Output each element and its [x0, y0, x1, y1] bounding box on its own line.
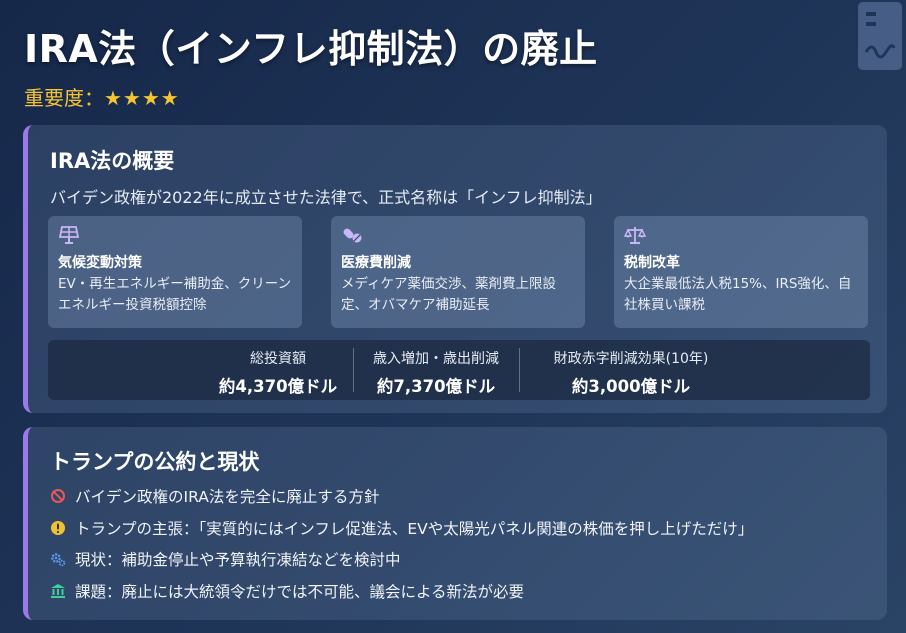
stat-label: 財政赤字削減効果(10年) [553, 351, 709, 367]
stat-label: 歳入増加・歳出削減 [373, 351, 499, 367]
feature-desc: メディケア薬価交渉、薬剤費上限設定、オバマケア補助延長 [341, 276, 557, 313]
gears-icon [51, 553, 66, 567]
list-item: 現状：補助金停止や予算執行凍結などを検討中 [50, 548, 753, 570]
balance-scale-icon [624, 227, 646, 244]
stat-value: 約7,370億ドル [376, 377, 496, 396]
stat-divider [519, 348, 520, 392]
feature-name: 税制改革 [624, 255, 680, 271]
trump-bullet-list: バイデン政権のIRA法を完全に廃止する方針 トランプの主張：「実質的にはインフレ… [50, 485, 753, 611]
feature-name: 気候変動対策 [58, 255, 142, 271]
landmark-icon [51, 583, 65, 598]
stat-value: 約4,370億ドル [218, 377, 338, 396]
overview-summary: バイデン政権が2022年に成立させた法律で、正式名称は「インフレ抑制法」 [50, 188, 602, 207]
overview-title: IRA法の概要 [50, 149, 175, 173]
document-signature-icon [858, 2, 902, 70]
exclamation-circle-icon [51, 520, 65, 535]
feature-name: 医療費削減 [341, 255, 411, 271]
stat-value: 約3,000億ドル [571, 377, 691, 396]
list-item: バイデン政権のIRA法を完全に廃止する方針 [50, 485, 753, 507]
solar-panel-icon [58, 226, 80, 244]
list-item: トランプの主張：「実質的にはインフレ促進法、EVや太陽光パネル関連の株価を押し上… [50, 517, 753, 539]
importance-stars: ★★★★ [104, 86, 180, 110]
bullet-text: 課題：廃止には大統領令だけでは不可能、議会による新法が必要 [75, 582, 525, 601]
overview-card: IRA法の概要 バイデン政権が2022年に成立させた法律で、正式名称は「インフレ… [23, 125, 887, 413]
stat-label: 総投資額 [250, 351, 306, 367]
feature-desc: 大企業最低法人税15%、IRS強化、自社株買い課税 [624, 276, 852, 313]
bullet-text: トランプの主張：「実質的にはインフレ促進法、EVや太陽光パネル関連の株価を押し上… [75, 519, 754, 538]
feature-climate: 気候変動対策 EV・再生エネルギー補助金、クリーンエネルギー投資税額控除 [48, 216, 302, 328]
importance-rating: 重要度：★★★★ [24, 82, 180, 111]
bullet-text: バイデン政権のIRA法を完全に廃止する方針 [75, 488, 380, 506]
feature-tax: 税制改革 大企業最低法人税15%、IRS強化、自社株買い課税 [614, 216, 868, 328]
trump-title: トランプの公約と現状 [50, 450, 260, 474]
importance-label: 重要度： [24, 86, 104, 110]
feature-healthcare: 医療費削減 メディケア薬価交渉、薬剤費上限設定、オバマケア補助延長 [331, 216, 585, 328]
bullet-text: 現状：補助金停止や予算執行凍結などを検討中 [75, 551, 401, 569]
page-title: IRA法（インフレ抑制法）の廃止 [24, 27, 598, 71]
stat-deficit-reduction: 財政赤字削減効果(10年) 約3,000億ドル [526, 340, 736, 400]
pills-icon [343, 228, 362, 243]
stats-panel: 総投資額 約4,370億ドル 歳入増加・歳出削減 約7,370億ドル 財政赤字削… [48, 340, 870, 400]
stat-revenue: 歳入増加・歳出削減 約7,370億ドル [361, 340, 511, 400]
stat-divider [353, 348, 354, 392]
feature-desc: EV・再生エネルギー補助金、クリーンエネルギー投資税額控除 [58, 276, 292, 313]
list-item: 課題：廃止には大統領令だけでは不可能、議会による新法が必要 [50, 580, 753, 602]
ban-icon [51, 489, 65, 503]
stat-total-investment: 総投資額 約4,370億ドル [208, 340, 348, 400]
trump-card: トランプの公約と現状 バイデン政権のIRA法を完全に廃止する方針 トランプの主張… [23, 427, 887, 620]
